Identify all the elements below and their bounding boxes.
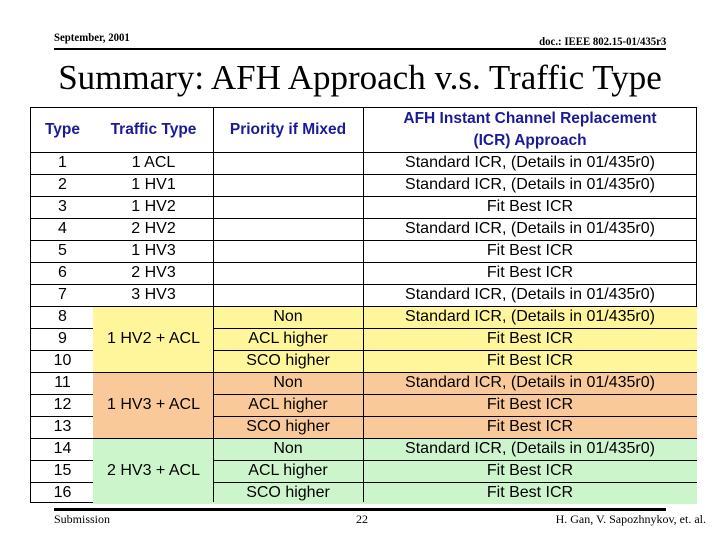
row-divider (31, 350, 93, 351)
cell-priority: ACL higher (248, 396, 328, 413)
cell-type: 15 (53, 462, 72, 479)
row-divider (31, 394, 93, 395)
cell-type: 2 (58, 176, 67, 193)
cell-approach: Fit Best ICR (486, 352, 574, 369)
cell-traffic-type-merged: 2 HV3 + ACL (107, 462, 200, 479)
cell-traffic-type: 3 HV3 (131, 286, 176, 303)
row-divider (31, 460, 93, 461)
cell-type: 13 (53, 418, 72, 435)
cell-traffic-type: 1 HV1 (131, 176, 176, 193)
row-divider (213, 460, 697, 461)
row-divider (213, 482, 697, 483)
cell-type: 4 (58, 220, 67, 237)
cell-approach: Standard ICR, (Details in 01/435r0) (405, 308, 655, 325)
cell-priority (213, 262, 363, 284)
cell-priority: SCO higher (246, 352, 330, 369)
cell-traffic-type: 1 HV3 (131, 242, 176, 259)
cell-priority (213, 174, 363, 196)
cell-approach: Standard ICR, (Details in 01/435r0) (405, 440, 655, 457)
cell-type: 8 (58, 308, 67, 325)
row-divider (31, 196, 697, 197)
row-divider (213, 416, 697, 417)
column-header-approach-line2: (ICR) Approach (473, 132, 587, 149)
cell-approach: Standard ICR, (Details in 01/435r0) (405, 154, 655, 171)
cell-priority (213, 218, 363, 240)
row-divider (31, 240, 697, 241)
cell-approach: Fit Best ICR (486, 462, 574, 479)
cell-type: 5 (58, 242, 67, 259)
cell-priority (213, 284, 363, 306)
cell-traffic-type-merged: 1 HV2 + ACL (107, 330, 200, 347)
cell-traffic-type: 2 HV3 (131, 264, 176, 281)
cell-priority: Non (273, 374, 303, 391)
cell-type: 12 (53, 396, 72, 413)
cell-type: 9 (58, 330, 67, 347)
footer-rule (54, 508, 666, 511)
cell-traffic-type: 1 HV2 (131, 198, 176, 215)
footer-submission: Submission (54, 512, 111, 526)
column-header-type: Type (44, 121, 81, 138)
row-divider (213, 350, 697, 351)
cell-priority: SCO higher (246, 418, 330, 435)
cell-type: 10 (53, 352, 72, 369)
row-divider (31, 174, 697, 175)
cell-type: 1 (58, 154, 67, 171)
cell-approach: Fit Best ICR (486, 396, 574, 413)
cell-type: 7 (58, 286, 67, 303)
cell-approach: Fit Best ICR (486, 418, 574, 435)
summary-table: Type Traffic Type Priority if Mixed AFH … (30, 107, 697, 504)
column-divider (213, 108, 214, 502)
footer-authors: H. Gan, V. Sapozhnykov, et. al. (555, 512, 706, 526)
cell-type: 11 (54, 374, 71, 391)
cell-approach: Fit Best ICR (486, 484, 574, 501)
cell-approach: Fit Best ICR (486, 198, 574, 215)
column-divider (363, 108, 364, 502)
column-header-approach-line1: AFH Instant Channel Replacement (403, 110, 657, 127)
column-header-traffic-type: Traffic Type (110, 121, 197, 138)
cell-traffic-type: 1 ACL (131, 154, 176, 171)
row-divider (31, 482, 93, 483)
cell-traffic-type: 2 HV2 (131, 220, 176, 237)
row-divider (213, 328, 697, 329)
cell-approach: Standard ICR, (Details in 01/435r0) (405, 286, 655, 303)
cell-priority: Non (273, 440, 303, 457)
footer-page-number: 22 (356, 512, 368, 526)
cell-priority: SCO higher (246, 484, 330, 501)
cell-traffic-type-merged: 1 HV3 + ACL (107, 396, 200, 413)
row-divider (31, 284, 697, 285)
header-rule (54, 48, 666, 50)
cell-priority: ACL higher (248, 462, 328, 479)
cell-priority: ACL higher (248, 330, 328, 347)
cell-approach: Standard ICR, (Details in 01/435r0) (405, 220, 655, 237)
cell-approach: Standard ICR, (Details in 01/435r0) (405, 374, 655, 391)
column-header-priority: Priority if Mixed (229, 121, 347, 138)
header-date: September, 2001 (54, 30, 130, 44)
row-divider (31, 328, 93, 329)
row-divider (31, 262, 697, 263)
slide-title: Summary: AFH Approach v.s. Traffic Type (58, 58, 662, 97)
header-doc-id: doc.: IEEE 802.15-01/435r3 (538, 34, 666, 48)
cell-type: 16 (53, 484, 72, 501)
cell-type: 6 (58, 264, 67, 281)
row-divider (213, 394, 697, 395)
row-divider (31, 218, 697, 219)
cell-priority (213, 196, 363, 218)
row-divider (31, 416, 93, 417)
cell-type: 3 (58, 198, 67, 215)
row-divider (31, 152, 697, 153)
cell-type: 14 (53, 440, 72, 457)
column-header-approach: AFH Instant Channel Replacement (ICR) Ap… (363, 108, 697, 152)
cell-approach: Fit Best ICR (486, 242, 574, 259)
cell-approach: Standard ICR, (Details in 01/435r0) (405, 176, 655, 193)
cell-approach: Fit Best ICR (486, 264, 574, 281)
cell-priority: Non (273, 308, 303, 325)
cell-priority (213, 152, 363, 174)
cell-approach: Fit Best ICR (486, 330, 574, 347)
cell-priority (213, 240, 363, 262)
